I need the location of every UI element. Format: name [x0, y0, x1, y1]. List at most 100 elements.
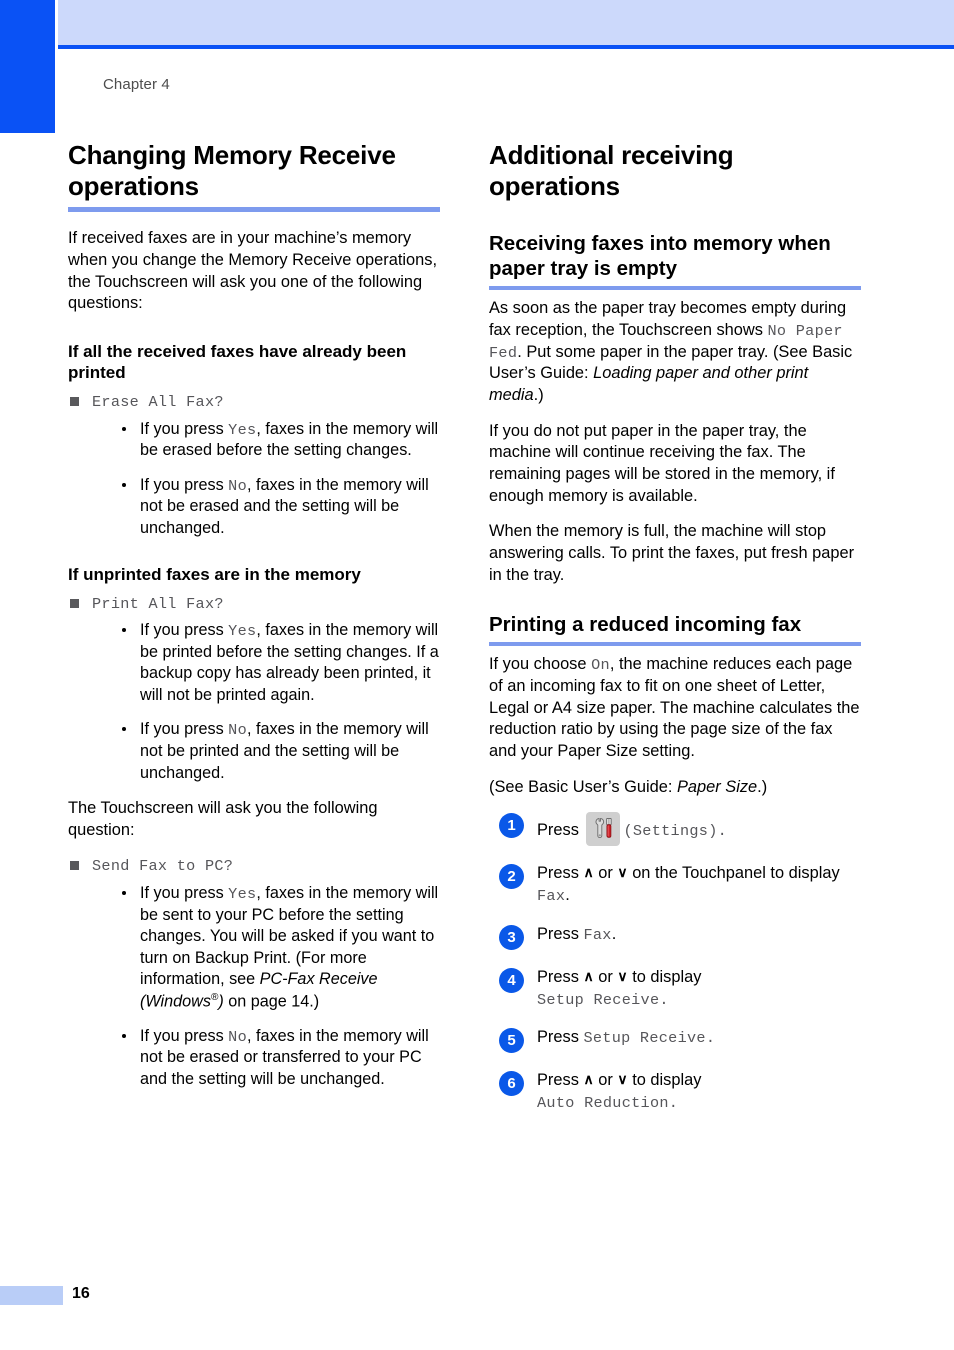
header-rule — [58, 45, 954, 49]
step-mono-label: Setup Receive — [583, 1029, 706, 1048]
square-bullet-icon — [70, 397, 79, 407]
step-post: . — [668, 1094, 679, 1113]
machine-prompt-text: Erase All Fax? — [92, 393, 224, 412]
step-pre: Press — [537, 1028, 584, 1047]
step-post: . — [659, 990, 669, 1009]
step-3: 3 Press Fax. — [489, 924, 861, 950]
heading-all-faxes-printed: If all the received faxes have already b… — [68, 341, 407, 383]
paragraph-no-paper-fed: As soon as the paper tray becomes empty … — [489, 298, 861, 406]
bullet-pre: If you press — [140, 475, 229, 494]
dot-bullet-icon — [122, 628, 126, 633]
heading-unprinted-faxes: If unprinted faxes are in the memory — [68, 564, 361, 584]
bullet-pre: If you press — [140, 884, 229, 903]
square-bullet-icon — [70, 861, 79, 871]
list-item: If you press Yes, faxes in the memory wi… — [120, 883, 440, 1013]
bullet-pre: If you press — [140, 419, 229, 438]
header-band — [58, 0, 954, 45]
para-post: .) — [533, 385, 544, 404]
list-item: If you press Yes, faxes in the memory wi… — [120, 620, 440, 706]
step-post: . — [565, 885, 570, 904]
step-pre: Press — [537, 821, 584, 840]
list-item: Print All Fax? — [68, 593, 440, 615]
page-number: 16 — [72, 1285, 90, 1302]
paragraph-auto-reduction-explanation: If you choose On, the machine reduces ea… — [489, 654, 861, 762]
step-post: . — [705, 1029, 716, 1048]
bullet-pre: If you press — [140, 1026, 229, 1045]
chevron-down-icon[interactable]: ∨ — [617, 1071, 627, 1087]
step-paren-open: ( — [623, 822, 633, 841]
step-4: 4 Press ∧ or ∨ to display Setup Receive. — [489, 967, 861, 1011]
footer-blue-block — [0, 1286, 63, 1305]
machine-prompt-text: Send Fax to PC? — [92, 857, 234, 876]
dot-bullet-icon — [122, 1033, 126, 1038]
procedure-steps-auto-reduction: 1 Press (Settings). 2 Press ∧ or ∨ on the … — [489, 812, 861, 1114]
dot-bullet-icon — [122, 891, 126, 896]
machine-prompt-text: Print All Fax? — [92, 594, 224, 613]
square-bullet-icon — [70, 598, 79, 608]
dot-bullet-icon — [122, 727, 126, 732]
step-mono-label: Settings — [632, 822, 709, 841]
prompt-list-print-all-fax: Print All Fax? — [68, 593, 440, 615]
chevron-down-icon[interactable]: ∨ — [617, 968, 627, 984]
step-mono-label: Setup Receive — [537, 990, 660, 1009]
list-item: Send Fax to PC? — [68, 855, 440, 877]
step-paren-close: ). — [708, 822, 728, 841]
step-number-badge: 1 — [499, 813, 524, 839]
list-item: If you press No, faxes in the memory wil… — [120, 719, 440, 784]
step-or: or — [593, 864, 618, 883]
right-column: Additional receiving operations Receivin… — [489, 140, 861, 1131]
step-6: 6 Press ∧ or ∨ to display Auto Reduction. — [489, 1070, 861, 1114]
right-column-heading: Additional receiving operations — [489, 140, 734, 201]
bullet-key: No — [228, 476, 247, 495]
chevron-up-icon[interactable]: ∧ — [583, 968, 593, 984]
bullet-key: No — [228, 721, 247, 740]
left-column-heading: Changing Memory Receive operations — [68, 140, 440, 213]
machine-value-on: On — [591, 656, 610, 675]
step-mono-label: Fax — [537, 886, 566, 905]
heading-printing-reduced-fax: Printing a reduced incoming fax — [489, 612, 861, 647]
paragraph-see-paper-size: (See Basic User’s Guide: Paper Size.) — [489, 777, 861, 799]
bullet-key: Yes — [228, 885, 257, 904]
list-item: If you press No, faxes in the memory wil… — [120, 475, 440, 540]
chevron-down-icon[interactable]: ∨ — [617, 864, 627, 880]
paragraph-memory-full: When the memory is full, the machine wil… — [489, 522, 855, 584]
paragraph-no-paper-behavior: If you do not put paper in the paper tra… — [489, 421, 835, 505]
step-number-badge: 5 — [499, 1028, 524, 1054]
step-5: 5 Press Setup Receive. — [489, 1027, 861, 1054]
step-pre: Press — [537, 864, 584, 883]
bullet-pre: If you press — [140, 621, 229, 640]
list-item: Erase All Fax? — [68, 391, 440, 413]
bullet-key: No — [228, 1027, 247, 1046]
step-number-badge: 6 — [499, 1071, 524, 1097]
para-post: .) — [757, 777, 768, 796]
step-pre: Press — [537, 967, 584, 986]
step-mid: to display — [627, 967, 702, 986]
left-intro-paragraph: If received faxes are in your machine’s … — [68, 229, 437, 313]
step-mono-label: Auto Reduction — [537, 1094, 669, 1113]
chevron-up-icon[interactable]: ∧ — [583, 864, 593, 880]
step-mid: on the Touchpanel to display — [627, 864, 840, 883]
bullets-print-all-fax: If you press Yes, faxes in the memory wi… — [68, 620, 440, 784]
para-pre: (See Basic User’s Guide: — [489, 777, 677, 796]
prompt-list-erase-all-fax: Erase All Fax? — [68, 391, 440, 413]
left-edge-blue-bar — [0, 0, 55, 133]
step-number-badge: 4 — [499, 967, 524, 993]
step-post: . — [611, 924, 617, 943]
prompt-list-send-fax-to-pc: Send Fax to PC? — [68, 855, 440, 877]
list-item: If you press No, faxes in the memory wil… — [120, 1026, 440, 1091]
step-number-badge: 2 — [499, 864, 524, 890]
left-column: Changing Memory Receive operations If re… — [68, 140, 440, 1103]
step-number-badge: 3 — [499, 924, 524, 950]
cross-reference-italic: Paper Size — [676, 777, 758, 796]
dot-bullet-icon — [122, 426, 126, 431]
step-mid: to display — [627, 1071, 702, 1090]
bullets-erase-all-fax: If you press Yes, faxes in the memory wi… — [68, 419, 440, 540]
step-pre: Press — [537, 924, 584, 943]
bullet-key: Yes — [228, 420, 257, 439]
chapter-label: Chapter 4 — [103, 76, 170, 93]
chevron-up-icon[interactable]: ∧ — [583, 1071, 593, 1087]
step-1: 1 Press (Settings). — [489, 812, 861, 847]
settings-icon[interactable] — [586, 812, 621, 847]
list-item: If you press Yes, faxes in the memory wi… — [120, 419, 440, 462]
heading-receiving-faxes-into-memory: Receiving faxes into memory when paper t… — [489, 231, 861, 291]
